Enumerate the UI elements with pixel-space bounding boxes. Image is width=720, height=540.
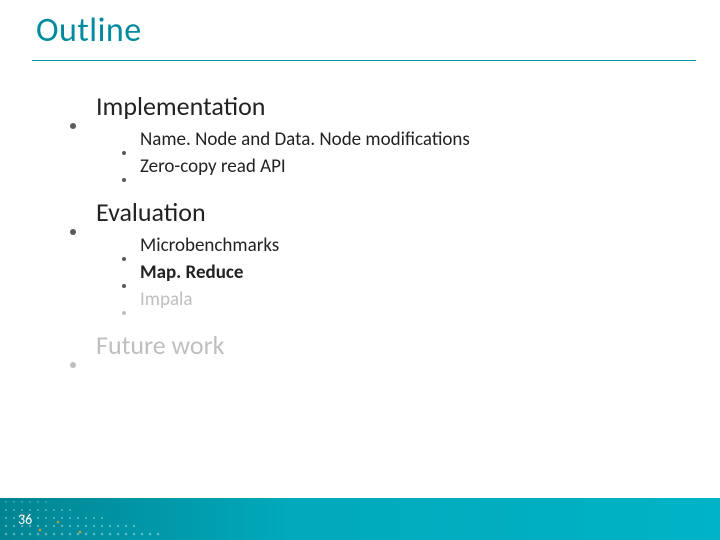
bullet-label: Future work — [96, 329, 224, 361]
sub-bullet-label: Impala — [140, 288, 193, 311]
sub-bullet-label: Name. Node and Data. Node modifications — [140, 128, 470, 151]
sub-bullet: Microbenchmarks — [122, 234, 690, 257]
sublist-evaluation: Microbenchmarks Map. Reduce Impala — [122, 234, 690, 311]
footer-band — [0, 498, 720, 540]
bullet-dot-icon — [122, 178, 126, 182]
slide-content: Implementation Name. Node and Data. Node… — [70, 86, 690, 367]
slide: Outline Implementation Name. Node and Da… — [0, 0, 720, 540]
bullet-dot-icon — [122, 257, 126, 261]
bullet-dot-icon — [70, 362, 76, 368]
bullet-dot-icon — [122, 151, 126, 155]
bullet-label: Implementation — [96, 90, 265, 122]
sub-bullet-dim: Impala — [122, 288, 690, 311]
bullet-label: Evaluation — [96, 196, 206, 228]
bullet-dot-icon — [70, 229, 76, 235]
bullet-dot-icon — [122, 311, 126, 315]
sub-bullet-label: Map. Reduce — [140, 261, 243, 284]
sub-bullet-label: Zero-copy read API — [140, 155, 286, 178]
bullet-evaluation: Evaluation — [70, 196, 690, 228]
bullet-future-work: Future work — [70, 329, 690, 361]
sub-bullet: Zero-copy read API — [122, 155, 690, 178]
sub-bullet-highlight: Map. Reduce — [122, 261, 690, 284]
page-number: 36 — [18, 511, 32, 528]
bullet-dot-icon — [122, 284, 126, 288]
sub-bullet: Name. Node and Data. Node modifications — [122, 128, 690, 151]
bullet-dot-icon — [70, 123, 76, 129]
sublist-implementation: Name. Node and Data. Node modifications … — [122, 128, 690, 178]
bullet-implementation: Implementation — [70, 90, 690, 122]
slide-title: Outline — [36, 10, 142, 51]
title-underline — [32, 60, 696, 61]
sub-bullet-label: Microbenchmarks — [140, 234, 279, 257]
